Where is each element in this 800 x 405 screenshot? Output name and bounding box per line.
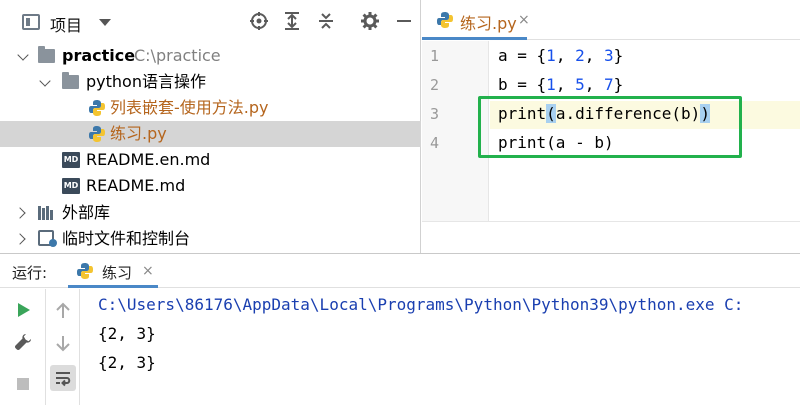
console-line: {2, 3} — [98, 353, 156, 372]
tab-label: 练习.py — [460, 14, 517, 33]
python-file-icon — [436, 11, 454, 29]
chevron-right-icon[interactable] — [16, 200, 28, 226]
code-line-1[interactable]: a = {1, 2, 3} — [498, 46, 623, 65]
close-icon[interactable]: × — [518, 12, 530, 28]
run-header: 运行: 练习 × — [0, 254, 800, 288]
tree-item-label: README.en.md — [86, 150, 211, 169]
stop-icon[interactable] — [12, 373, 34, 395]
highlight-box — [478, 96, 742, 158]
tree-item-file[interactable]: MD README.en.md — [0, 147, 421, 173]
editor-tabbar: 练习.py × — [422, 0, 800, 40]
tree-item-file-selected[interactable]: 练习.py — [0, 121, 421, 147]
markdown-file-icon: MD — [62, 178, 80, 194]
project-path: C:\practice — [134, 46, 221, 65]
tree-item-label: 列表嵌套-使用方法.py — [110, 98, 269, 117]
run-panel: 运行: 练习 × C:\Users\86176\AppData\Local\Pr… — [0, 253, 800, 405]
project-header: 项目 — [0, 0, 421, 40]
tree-item-external-libraries[interactable]: 外部库 — [0, 200, 421, 226]
tree-item-folder[interactable]: python语言操作 — [0, 69, 421, 95]
console-toolbar — [46, 289, 80, 405]
line-number: 2 — [430, 76, 440, 94]
tab-lianxi[interactable]: 练习.py × — [422, 0, 530, 40]
library-icon — [38, 206, 56, 220]
line-number: 4 — [430, 134, 440, 152]
tree-item-label: practice — [62, 46, 136, 65]
scratches-icon — [38, 230, 58, 248]
tree-item-label: 外部库 — [62, 203, 111, 222]
python-file-icon — [76, 262, 94, 280]
run-tab-label: 练习 — [102, 264, 133, 282]
project-view-icon — [22, 14, 40, 30]
markdown-file-icon: MD — [62, 152, 80, 168]
run-toolbar — [0, 289, 46, 405]
project-panel: 项目 practice C:\practice python语言操作 列表嵌套-… — [0, 0, 421, 253]
tree-item-scratches[interactable]: 临时文件和控制台 — [0, 226, 421, 252]
tree-item-label: 练习.py — [110, 124, 167, 143]
tree-item-label: README.md — [86, 176, 186, 195]
project-title[interactable]: 项目 — [50, 12, 82, 36]
run-tab[interactable]: 练习 × — [68, 254, 158, 288]
tree-item-label: 临时文件和控制台 — [62, 229, 191, 248]
close-icon[interactable]: × — [142, 263, 154, 279]
soft-wrap-icon[interactable] — [50, 365, 76, 391]
python-file-icon — [88, 99, 106, 117]
tree-item-practice[interactable]: practice C:\practice — [0, 43, 421, 69]
chevron-down-icon[interactable] — [40, 69, 52, 95]
console-output[interactable]: C:\Users\86176\AppData\Local\Programs\Py… — [96, 289, 800, 405]
expand-all-icon[interactable] — [281, 10, 303, 32]
code-line-2[interactable]: b = {1, 5, 7} — [498, 75, 623, 94]
minimize-icon[interactable] — [393, 10, 415, 32]
line-number: 3 — [430, 105, 440, 123]
chevron-down-icon[interactable] — [99, 19, 111, 26]
arrow-down-icon[interactable] — [52, 333, 74, 355]
console-line: {2, 3} — [98, 324, 156, 343]
folder-icon — [62, 72, 79, 89]
chevron-right-icon[interactable] — [16, 226, 28, 252]
tree-item-label: python语言操作 — [86, 72, 206, 91]
editor-breadcrumb-bar — [422, 221, 800, 253]
gear-icon[interactable] — [359, 10, 381, 32]
locate-file-icon[interactable] — [248, 10, 270, 32]
line-number: 1 — [430, 47, 440, 65]
tree-item-file[interactable]: MD README.md — [0, 173, 421, 199]
collapse-all-icon[interactable] — [315, 10, 337, 32]
python-file-icon — [88, 125, 106, 143]
wrench-icon[interactable] — [12, 331, 34, 353]
play-icon[interactable] — [12, 299, 34, 321]
run-label: 运行: — [12, 264, 48, 282]
tree-item-file[interactable]: 列表嵌套-使用方法.py — [0, 95, 421, 121]
folder-icon — [38, 46, 55, 63]
console-line: C:\Users\86176\AppData\Local\Programs\Py… — [98, 295, 744, 314]
chevron-down-icon[interactable] — [18, 43, 30, 69]
arrow-up-icon[interactable] — [52, 299, 74, 321]
